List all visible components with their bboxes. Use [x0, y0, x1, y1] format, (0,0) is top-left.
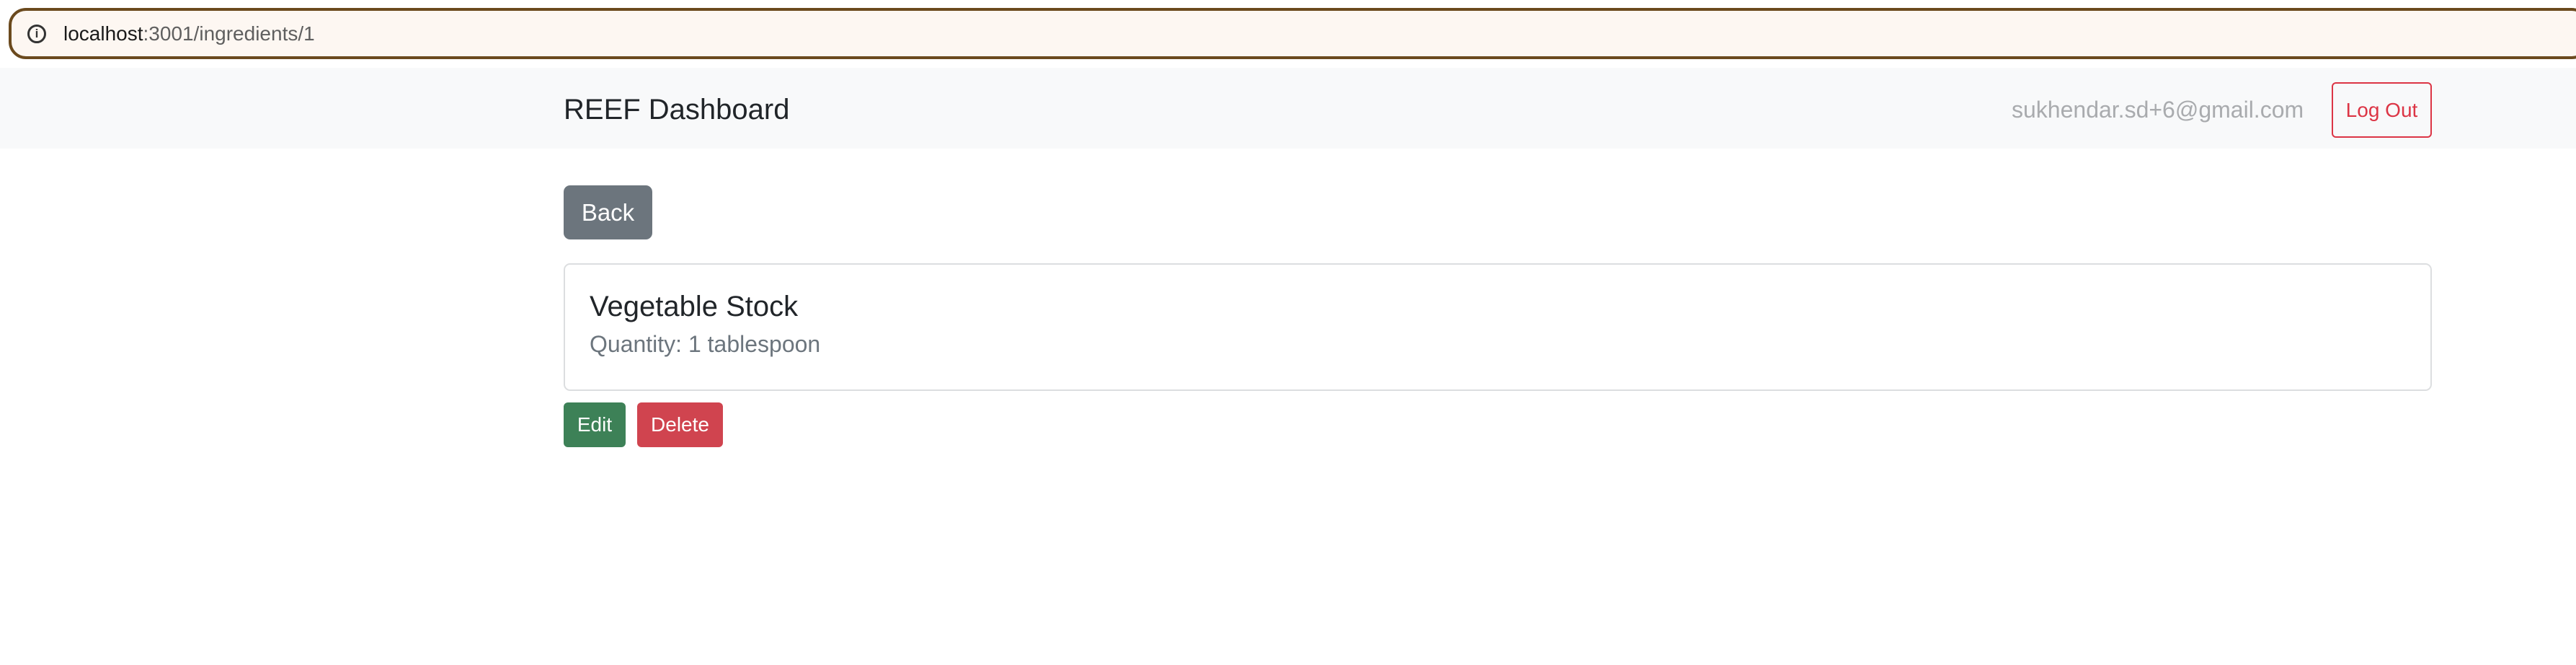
- delete-button[interactable]: Delete: [637, 402, 723, 447]
- url-text[interactable]: localhost:3001/ingredients/1: [63, 22, 315, 45]
- brand-title[interactable]: REEF Dashboard: [564, 94, 789, 126]
- navbar: REEF Dashboard sukhendar.sd+6@gmail.com …: [0, 68, 2576, 149]
- logout-button[interactable]: Log Out: [2332, 82, 2432, 138]
- ingredient-card: Vegetable Stock Quantity: 1 tablespoon: [564, 263, 2432, 391]
- url-path: :3001/ingredients/1: [143, 22, 315, 45]
- address-bar[interactable]: i localhost:3001/ingredients/1: [9, 8, 2576, 59]
- ingredient-name: Vegetable Stock: [590, 291, 799, 322]
- edit-button[interactable]: Edit: [564, 402, 626, 447]
- user-email: sukhendar.sd+6@gmail.com: [2012, 97, 2304, 123]
- back-button[interactable]: Back: [564, 185, 652, 239]
- ingredient-quantity: Quantity: 1 tablespoon: [590, 331, 821, 357]
- info-icon[interactable]: i: [27, 24, 46, 43]
- url-host: localhost: [63, 22, 143, 45]
